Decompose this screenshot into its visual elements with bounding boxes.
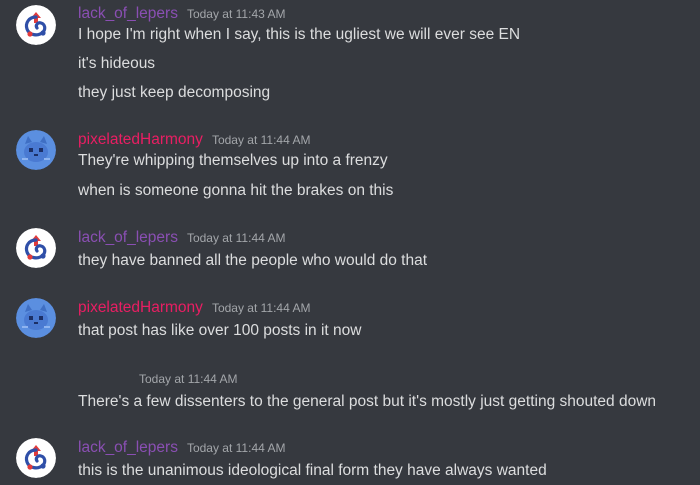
username[interactable]: pixelatedHarmony — [78, 130, 203, 150]
message-header: pixelatedHarmony Today at 11:44 AM — [78, 130, 310, 150]
blue-cat-avatar-icon[interactable] — [16, 298, 56, 338]
message-header: lack_of_lepers Today at 11:43 AM — [78, 4, 285, 24]
username[interactable]: pixelatedHarmony — [78, 298, 203, 318]
blue-cat-avatar-icon[interactable] — [16, 130, 56, 170]
message-header: pixelatedHarmony Today at 11:44 AM — [78, 298, 310, 318]
message-text: it's hideous — [78, 55, 156, 72]
username[interactable]: lack_of_lepers — [78, 4, 178, 24]
lack-of-lepers-avatar-icon[interactable] — [16, 438, 56, 478]
message-header: lack_of_lepers Today at 11:44 AM — [78, 228, 285, 248]
message-text: they have banned all the people who woul… — [78, 252, 428, 269]
timestamp: Today at 11:44 AM — [139, 372, 238, 386]
message-text: when is someone gonna hit the brakes on … — [78, 182, 394, 199]
message-text: They're whipping themselves up into a fr… — [78, 152, 388, 169]
timestamp: Today at 11:44 AM — [211, 301, 311, 315]
message-header: lack_of_lepers Today at 11:44 AM — [78, 438, 285, 458]
timestamp: Today at 11:44 AM — [186, 441, 286, 455]
username[interactable]: lack_of_lepers — [78, 228, 178, 248]
timestamp: Today at 11:43 AM — [186, 7, 286, 21]
username[interactable]: lack_of_lepers — [78, 438, 178, 458]
message-text: There's a few dissenters to the general … — [78, 393, 657, 410]
message-text: that post has like over 100 posts in it … — [78, 322, 362, 339]
timestamp: Today at 11:44 AM — [211, 133, 311, 147]
message-text: I hope I'm right when I say, this is the… — [78, 26, 521, 43]
message-text: they just keep decomposing — [78, 84, 271, 101]
chat-message-list: lack_of_lepers Today at 11:43 AM I hope I… — [0, 0, 700, 485]
timestamp: Today at 11:44 AM — [186, 231, 286, 245]
lack-of-lepers-avatar-icon[interactable] — [16, 5, 56, 45]
lack-of-lepers-avatar-icon[interactable] — [16, 228, 56, 268]
message-text: this is the unanimous ideological final … — [78, 462, 547, 479]
